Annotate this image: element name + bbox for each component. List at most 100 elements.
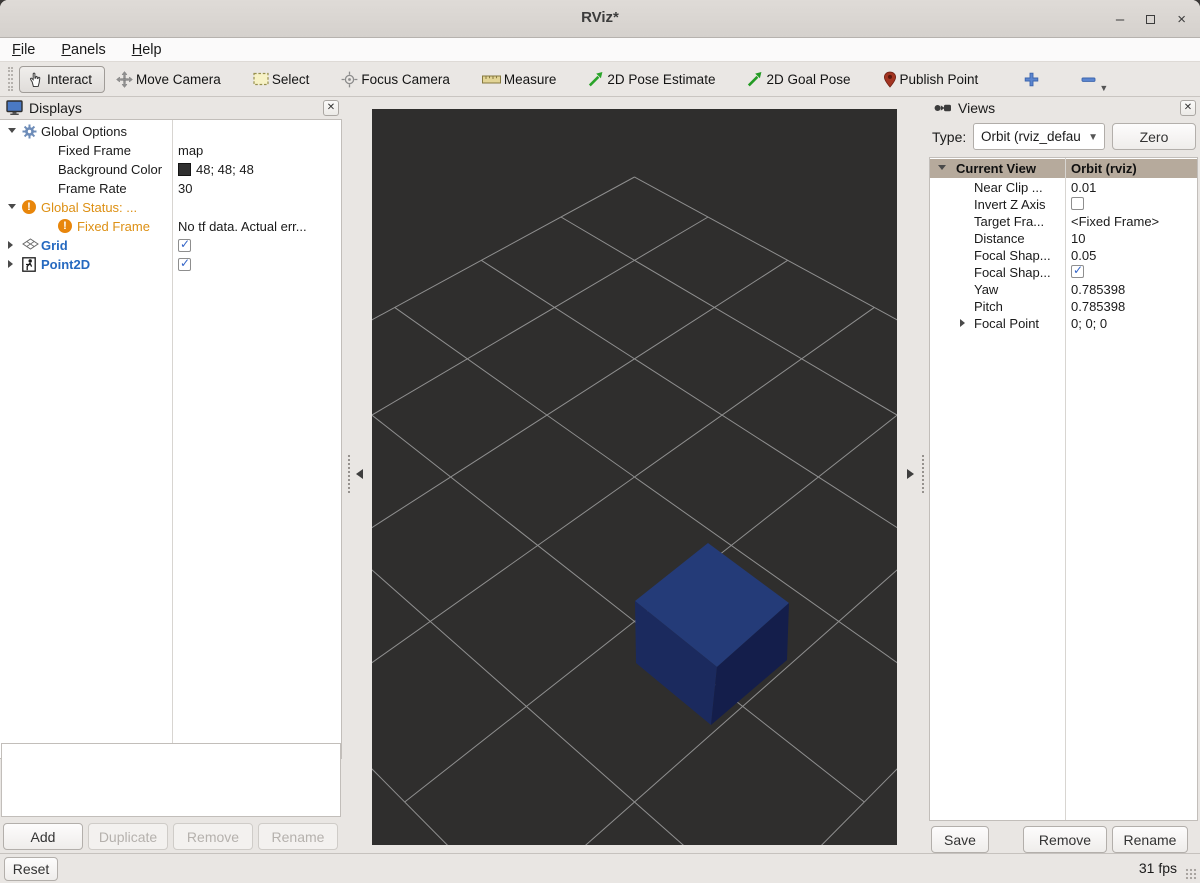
views-panel-header[interactable]: Views ✕ [928,97,1200,119]
zero-button[interactable]: Zero [1112,123,1196,150]
tool-interact[interactable]: Interact [19,66,105,93]
window-title: RViz* [0,9,1200,26]
window-controls: – × [1116,0,1186,38]
row-focal-shap[interactable]: Focal Shap... [930,264,1197,281]
menubar: File Panels Help [0,38,1200,62]
titlebar[interactable]: RViz* – × [0,0,1200,38]
views-panel-title: Views [958,100,1180,116]
close-button[interactable]: × [1177,12,1186,27]
displays-panel: Displays ✕ Global Options Fixed FramemapB… [0,97,343,853]
tree-label: Target Fra... [974,214,1044,229]
collapse-right-icon[interactable] [907,469,914,479]
warning-icon: ! [58,219,72,233]
row-fixed-frame[interactable]: !Fixed FrameNo tf data. Actual err... [0,217,341,236]
tool-measure[interactable]: Measure [477,68,562,91]
displays-panel-header[interactable]: Displays ✕ [0,97,343,119]
views-close-icon[interactable]: ✕ [1180,100,1196,116]
add-button[interactable]: Add [3,823,83,850]
remove-view-button[interactable]: Remove [1023,826,1107,853]
save-view-button[interactable]: Save [931,826,989,853]
point2d-icon [22,257,36,272]
maximize-button[interactable] [1146,12,1155,27]
tree-label: Focal Shap... [974,248,1051,263]
checkbox[interactable] [1071,197,1084,210]
tool-label: Publish Point [900,72,979,87]
displays-tree: Global Options Fixed FramemapBackground C… [0,119,342,759]
collapse-left-icon[interactable] [356,469,363,479]
collapse-arrow-icon[interactable] [8,204,16,209]
reset-button[interactable]: Reset [4,857,58,881]
row-grid[interactable]: Grid [0,236,341,255]
row-invert-z-axis[interactable]: Invert Z Axis [930,196,1197,213]
resize-grip[interactable] [1185,868,1198,881]
toolbar: Interact Move Camera Select Focus Camera Mea… [0,62,1200,97]
row-target-fra[interactable]: Target Fra...<Fixed Frame> [930,213,1197,230]
tool-label: Move Camera [136,72,221,87]
3d-viewport[interactable] [372,109,897,845]
tree-value: 30 [178,181,192,196]
views-tree: Current View Orbit (rviz) Near Clip ...0.0… [929,157,1198,821]
column-divider[interactable] [172,120,173,758]
row-background-color[interactable]: Background Color48; 48; 48 [0,160,341,179]
displays-icon [6,100,23,116]
view-type-select[interactable]: Orbit (rviz_defau ▼ [973,123,1105,150]
row-fixed-frame[interactable]: Fixed Framemap [0,141,341,160]
add-tool-button[interactable] [1019,68,1044,91]
view-type-label: Type: [932,129,966,145]
tree-label: Near Clip ... [974,180,1043,195]
tree-label: Current View [956,161,1036,176]
tool-select[interactable]: Select [248,68,315,91]
expand-arrow-icon[interactable] [8,260,13,268]
gear-icon [22,124,37,139]
tool-move-camera[interactable]: Move Camera [111,67,226,92]
checkbox[interactable] [1071,265,1084,278]
column-divider[interactable] [1065,158,1066,820]
row-point2d[interactable]: Point2D [0,255,341,274]
row-current-view[interactable]: Current View Orbit (rviz) [930,159,1197,178]
statusbar: Reset 31 fps [0,853,1200,883]
expand-arrow-icon[interactable] [960,319,965,327]
left-splitter[interactable] [343,97,372,853]
tree-value: 48; 48; 48 [196,162,254,177]
row-global-status[interactable]: !Global Status: ... [0,198,341,217]
row-pitch[interactable]: Pitch0.785398 [930,298,1197,315]
menu-panels[interactable]: Panels [61,42,105,58]
checkbox[interactable] [178,258,191,271]
tool-focus-camera[interactable]: Focus Camera [336,67,455,92]
tree-label: Invert Z Axis [974,197,1046,212]
displays-panel-title: Displays [29,100,323,116]
row-distance[interactable]: Distance10 [930,230,1197,247]
expand-arrow-icon[interactable] [8,241,13,249]
collapse-arrow-icon[interactable] [8,128,16,133]
tree-label: Global Status: ... [41,200,137,215]
displays-help-box [1,743,341,817]
row-global-options[interactable]: Global Options [0,122,341,141]
views-icon [934,102,952,114]
tool-2d-goal-pose[interactable]: 2D Goal Pose [742,67,855,91]
minimize-button[interactable]: – [1116,12,1124,27]
menu-help[interactable]: Help [132,42,162,58]
measure-icon [482,74,501,85]
menu-file[interactable]: File [12,42,35,58]
displays-buttons: AddDuplicateRemoveRename [3,823,338,850]
checkbox[interactable] [178,239,191,252]
right-splitter[interactable] [897,97,928,853]
rename-view-button[interactable]: Rename [1112,826,1188,853]
focus-camera-icon [341,71,358,88]
tree-label: Global Options [41,124,127,139]
row-near-clip[interactable]: Near Clip ...0.01 [930,179,1197,196]
row-focal-shap[interactable]: Focal Shap...0.05 [930,247,1197,264]
tree-label: Grid [41,238,68,253]
displays-close-icon[interactable]: ✕ [323,100,339,116]
collapse-arrow-icon[interactable] [938,165,946,170]
row-focal-point[interactable]: Focal Point0; 0; 0 [930,315,1197,332]
remove-tool-button[interactable]: ▼ [1076,68,1101,91]
grid-icon [22,238,39,250]
toolbar-drag-handle[interactable] [8,67,13,91]
tree-value: Orbit (rviz) [1071,161,1137,176]
fps-indicator: 31 fps [1139,860,1177,876]
tool-2d-pose-estimate[interactable]: 2D Pose Estimate [583,67,720,91]
row-yaw[interactable]: Yaw0.785398 [930,281,1197,298]
row-frame-rate[interactable]: Frame Rate30 [0,179,341,198]
tool-publish-point[interactable]: Publish Point [878,67,984,92]
